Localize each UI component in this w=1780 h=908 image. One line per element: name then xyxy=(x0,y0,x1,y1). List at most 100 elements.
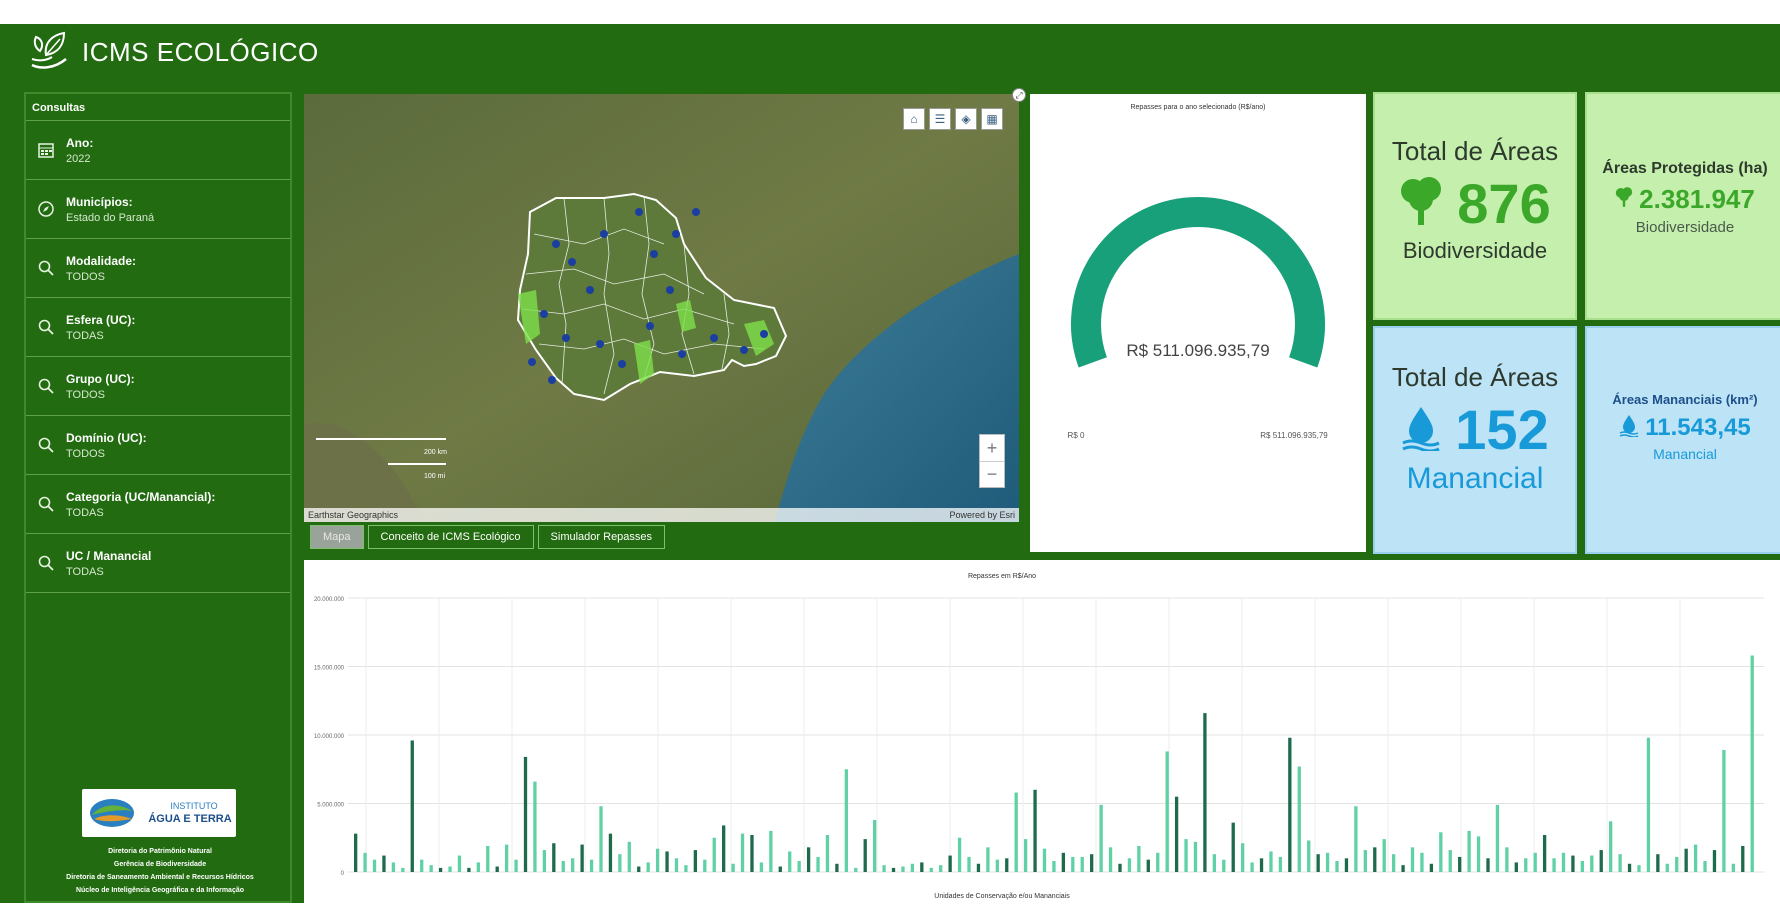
bar[interactable] xyxy=(363,852,367,872)
bar[interactable] xyxy=(939,865,943,872)
bar[interactable] xyxy=(1146,859,1150,872)
bar[interactable] xyxy=(920,862,924,872)
tab-mapa[interactable]: Mapa xyxy=(310,525,364,549)
layers-icon[interactable]: ◈ xyxy=(955,108,977,130)
bar[interactable] xyxy=(1665,863,1669,872)
bar[interactable] xyxy=(486,845,490,872)
bar[interactable] xyxy=(948,855,952,872)
bar[interactable] xyxy=(872,819,877,872)
sidebar-filter-item[interactable]: Esfera (UC): TODAS xyxy=(26,297,290,356)
bar[interactable] xyxy=(1325,852,1330,872)
basemap-gallery-icon[interactable]: ▦ xyxy=(981,108,1003,130)
bar[interactable] xyxy=(1637,865,1641,872)
sidebar-filter-item[interactable]: Ano: 2022 xyxy=(26,120,290,179)
bar[interactable] xyxy=(1023,839,1028,872)
sidebar-filter-item[interactable]: Modalidade: TODOS xyxy=(26,238,290,297)
bar[interactable] xyxy=(372,859,377,872)
bar[interactable] xyxy=(1476,836,1481,872)
bar[interactable] xyxy=(986,847,990,872)
bar[interactable] xyxy=(1391,854,1396,872)
bar[interactable] xyxy=(1005,858,1009,872)
bar[interactable] xyxy=(1675,856,1679,872)
bar[interactable] xyxy=(712,837,716,872)
bar[interactable] xyxy=(806,847,811,872)
bar[interactable] xyxy=(1542,835,1547,872)
zoom-out-button[interactable]: − xyxy=(980,461,1004,487)
bar[interactable] xyxy=(1354,806,1358,872)
bar[interactable] xyxy=(429,865,433,872)
bar[interactable] xyxy=(665,851,669,872)
bar[interactable] xyxy=(1307,840,1311,872)
sidebar-filter-item[interactable]: UC / Manancial TODAS xyxy=(26,533,290,592)
bar[interactable] xyxy=(514,859,518,872)
bar[interactable] xyxy=(910,863,915,872)
bar[interactable] xyxy=(420,859,424,872)
bar[interactable] xyxy=(769,830,773,872)
bar[interactable] xyxy=(1344,858,1349,872)
zoom-in-button[interactable]: + xyxy=(980,435,1004,461)
bar[interactable] xyxy=(1288,737,1292,872)
bar[interactable] xyxy=(1731,863,1735,872)
bar[interactable] xyxy=(778,866,782,872)
bar[interactable] xyxy=(401,867,405,872)
bar[interactable] xyxy=(618,854,622,872)
bar[interactable] xyxy=(646,862,650,872)
bar[interactable] xyxy=(476,862,480,872)
bar[interactable] xyxy=(589,859,594,872)
bar[interactable] xyxy=(1420,852,1424,872)
bar[interactable] xyxy=(1703,861,1707,872)
bar[interactable] xyxy=(1656,854,1660,872)
bar[interactable] xyxy=(901,866,905,872)
bar[interactable] xyxy=(467,867,471,872)
legend-icon[interactable]: ☰ xyxy=(929,108,951,130)
sidebar-filter-item[interactable]: Categoria (UC/Manancial): TODAS xyxy=(26,474,290,533)
bar[interactable] xyxy=(599,806,603,872)
bar[interactable] xyxy=(1193,841,1198,872)
bar[interactable] xyxy=(703,859,707,872)
bar[interactable] xyxy=(655,848,660,872)
bar[interactable] xyxy=(854,867,858,872)
bar[interactable] xyxy=(523,756,528,872)
bar[interactable] xyxy=(797,861,801,872)
bar[interactable] xyxy=(1203,713,1207,872)
bar[interactable] xyxy=(1514,862,1518,872)
bar[interactable] xyxy=(1231,822,1235,872)
bar[interactable] xyxy=(457,855,462,872)
bar[interactable] xyxy=(1052,861,1056,872)
tab-conceito-icms[interactable]: Conceito de ICMS Ecológico xyxy=(367,525,534,549)
bar[interactable] xyxy=(448,866,452,872)
bar[interactable] xyxy=(1108,847,1113,872)
bar[interactable] xyxy=(1627,863,1632,872)
bar[interactable] xyxy=(1099,804,1103,872)
bar[interactable] xyxy=(1033,789,1037,872)
bar[interactable] xyxy=(1486,858,1490,872)
bar[interactable] xyxy=(561,861,565,872)
bar[interactable] xyxy=(1373,847,1377,872)
bar[interactable] xyxy=(1609,821,1613,872)
bar[interactable] xyxy=(1410,847,1415,872)
bar[interactable] xyxy=(1722,750,1726,872)
bar[interactable] xyxy=(1335,861,1339,872)
bar[interactable] xyxy=(750,835,754,872)
bar[interactable] xyxy=(731,863,735,872)
bar[interactable] xyxy=(1561,852,1566,872)
bar[interactable] xyxy=(1684,848,1688,872)
bar[interactable] xyxy=(693,850,698,872)
map-expand-icon[interactable]: ⤢ xyxy=(1012,88,1026,102)
bar[interactable] xyxy=(1165,751,1169,872)
sidebar-filter-item[interactable]: Grupo (UC): TODOS xyxy=(26,356,290,415)
bar[interactable] xyxy=(1118,863,1122,872)
tab-simulador-repasses[interactable]: Simulador Repasses xyxy=(537,525,666,549)
bar[interactable] xyxy=(759,862,764,872)
bar[interactable] xyxy=(552,843,556,872)
bar[interactable] xyxy=(1250,862,1254,872)
bar[interactable] xyxy=(504,844,509,872)
bar[interactable] xyxy=(967,856,971,872)
sidebar-filter-item[interactable]: Municípios: Estado do Paraná xyxy=(26,179,290,238)
bar[interactable] xyxy=(957,837,962,872)
bar[interactable] xyxy=(354,833,358,872)
bar[interactable] xyxy=(684,865,688,872)
bar[interactable] xyxy=(1750,655,1754,872)
bar[interactable] xyxy=(1429,863,1434,872)
bar[interactable] xyxy=(1127,858,1132,872)
